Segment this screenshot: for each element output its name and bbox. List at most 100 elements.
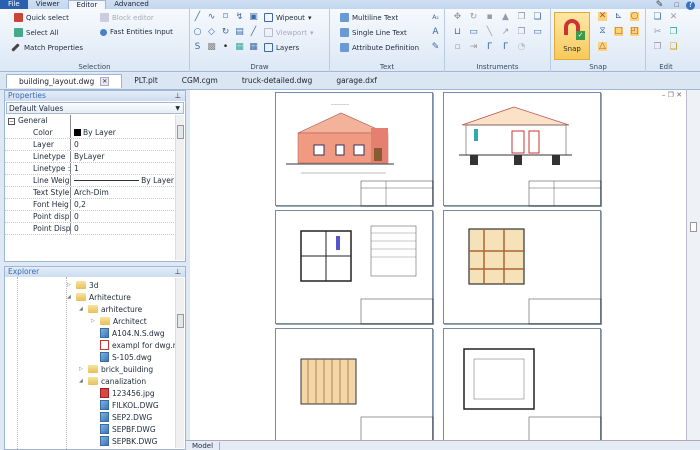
expander-icon[interactable]: ◢ [79,306,85,312]
paste-icon[interactable]: ❏ [653,13,662,22]
sheet-section[interactable] [443,92,602,207]
fillet-icon[interactable]: Γ [501,43,510,52]
explorer-item[interactable]: ◢ canalization [79,375,146,387]
select-all-button[interactable]: Select All [14,28,59,37]
sheet-rafter-plan[interactable] [275,328,434,443]
pin-icon[interactable]: ⊥ [174,267,181,277]
section-general[interactable]: − General [5,115,174,127]
copy-icon[interactable]: ❐ [517,13,526,22]
properties-scrollbar[interactable] [175,115,184,260]
snap-intersection-icon[interactable]: ✕ [598,12,607,21]
spline-icon[interactable]: S [193,43,202,52]
layout-tab-model[interactable]: Model [186,441,221,450]
explorer-item[interactable]: A104.N.S.dwg [91,327,165,339]
line-icon[interactable]: ╱ [193,13,202,22]
scale-icon[interactable]: ▪ [485,13,494,22]
edit-attribute-icon[interactable]: ✎ [431,43,440,52]
explorer-item[interactable]: SEP2.DWG [91,411,152,423]
expander-icon[interactable]: ▷ [79,366,85,372]
property-row[interactable]: Linetype :1 [5,163,174,175]
multiline-text-button[interactable]: Multiline Text [340,13,398,22]
expander-icon[interactable]: ◢ [67,294,73,300]
fast-entities-input-button[interactable]: Fast Entities Input [100,28,173,36]
drawing-canvas[interactable]: – ❐ ✕ —————— [190,90,686,443]
property-row[interactable]: Font Heig 0,2 [5,199,174,211]
block-editor-button[interactable]: Block editor [100,13,154,22]
sheet-floor-plan[interactable] [275,210,434,325]
delete-icon[interactable]: ✕ [669,13,678,22]
doc-tab-garage[interactable]: garage.dxf [324,74,389,88]
property-row[interactable]: Text Style Arch-Dim [5,187,174,199]
snap-center-icon[interactable]: ○ [630,12,639,21]
arc-icon[interactable]: ↯ [235,13,244,22]
snap-midpoint-icon[interactable]: ⧖ [598,27,607,36]
brush-tool-icon[interactable]: ✎ [655,1,664,10]
snap-button[interactable]: ✓ Snap [554,12,590,60]
trim-icon[interactable]: ╲ [485,28,494,37]
property-row[interactable]: Layer 0 [5,139,174,151]
hatch-icon[interactable]: ▣ [249,13,258,22]
explorer-item[interactable]: S-105.dwg [91,351,152,363]
property-row[interactable]: Linetype ByLayer [5,151,174,163]
menu-tab-advanced[interactable]: Advanced [106,0,157,9]
viewport-button[interactable]: Viewport ▾ [264,28,313,37]
polygon-icon[interactable]: ◇ [207,28,216,37]
explorer-item[interactable]: SEPBK.DWG [91,435,157,447]
doc-tab-plt[interactable]: PLT.plt [122,74,170,88]
paste-special-icon[interactable]: ❐ [669,28,678,37]
quick-select-button[interactable]: Quick select [14,13,69,22]
property-row[interactable]: Color By Layer [5,127,174,139]
chamfer-icon[interactable]: Γ [485,43,494,52]
expander-icon[interactable]: ◢ [79,378,85,384]
canvas-window-controls[interactable]: – ❐ ✕ [662,91,682,99]
snap-perpendicular-icon[interactable]: ⊾ [614,12,623,21]
explorer-scrollbar[interactable] [175,278,184,448]
explorer-item[interactable]: ▷ Architect [91,315,147,327]
rotate-icon[interactable]: ↻ [469,13,478,22]
point-icon[interactable]: • [221,43,230,52]
property-row[interactable]: Point disp 0 [5,211,174,223]
explode-icon[interactable]: ⇥ [469,43,478,52]
single-line-text-button[interactable]: Single Line Text [340,28,407,37]
offset-icon[interactable]: ▭ [469,28,478,37]
break-icon[interactable]: ❐ [517,28,526,37]
help-icon[interactable]: ? [686,1,695,10]
window-icon[interactable]: ▫ [672,1,681,10]
mirror-icon[interactable]: ▲ [501,13,510,22]
array-icon[interactable]: ❏ [533,13,542,22]
sheet-site-plan[interactable] [443,328,602,443]
text-edit-icon[interactable]: A [431,28,440,37]
pen-icon[interactable]: ╱ [249,28,258,37]
snap-endpoint-icon[interactable]: □ [614,27,623,36]
explorer-item[interactable]: ◢ Arhitecture [67,291,131,303]
polyline-icon[interactable]: ∿ [207,13,216,22]
expander-icon[interactable]: ▷ [67,282,73,288]
cut-icon[interactable]: ✂ [653,28,662,37]
explorer-item[interactable]: FILKOL.DWG [91,399,159,411]
explorer-item[interactable]: exampl for dwg.ru [91,339,181,351]
image-icon[interactable]: ▦ [235,43,244,52]
snap-tangent-icon[interactable]: △ [598,42,607,51]
table-icon[interactable]: ▦ [249,43,258,52]
join-icon[interactable]: ▭ [533,28,542,37]
text-style-icon[interactable]: A₂ [431,13,440,22]
menu-tab-viewer[interactable]: Viewer [28,0,68,9]
pin-icon[interactable]: ⊥ [174,91,181,101]
copy-clip-icon[interactable]: ❐ [653,43,662,52]
expander-icon[interactable]: ▷ [91,318,97,324]
match-properties-button[interactable]: Match Properties [11,43,83,52]
sheet-foundation-plan[interactable] [443,210,602,325]
attribute-definition-button[interactable]: Attribute Definition [340,43,419,52]
sheet-facade[interactable]: —————— [275,92,434,207]
lengthen-icon[interactable]: ▫ [453,43,462,52]
revcloud-icon[interactable]: ↻ [221,28,230,37]
canvas-vertical-scrollbar[interactable] [686,90,700,440]
stretch-icon[interactable]: ⊔ [453,28,462,37]
copy-base-icon[interactable]: ❏ [669,43,678,52]
doc-tab-cgm[interactable]: CGM.cgm [170,74,230,88]
explorer-item[interactable]: SEPBF.DWG [91,423,156,435]
explorer-item[interactable]: 123456.jpg [91,387,155,399]
explorer-item[interactable]: ▷ 3d [67,279,99,291]
doc-tab-truck-detailed[interactable]: truck-detailed.dwg [230,74,324,88]
rectangle-icon[interactable]: ⌑ [221,13,230,22]
